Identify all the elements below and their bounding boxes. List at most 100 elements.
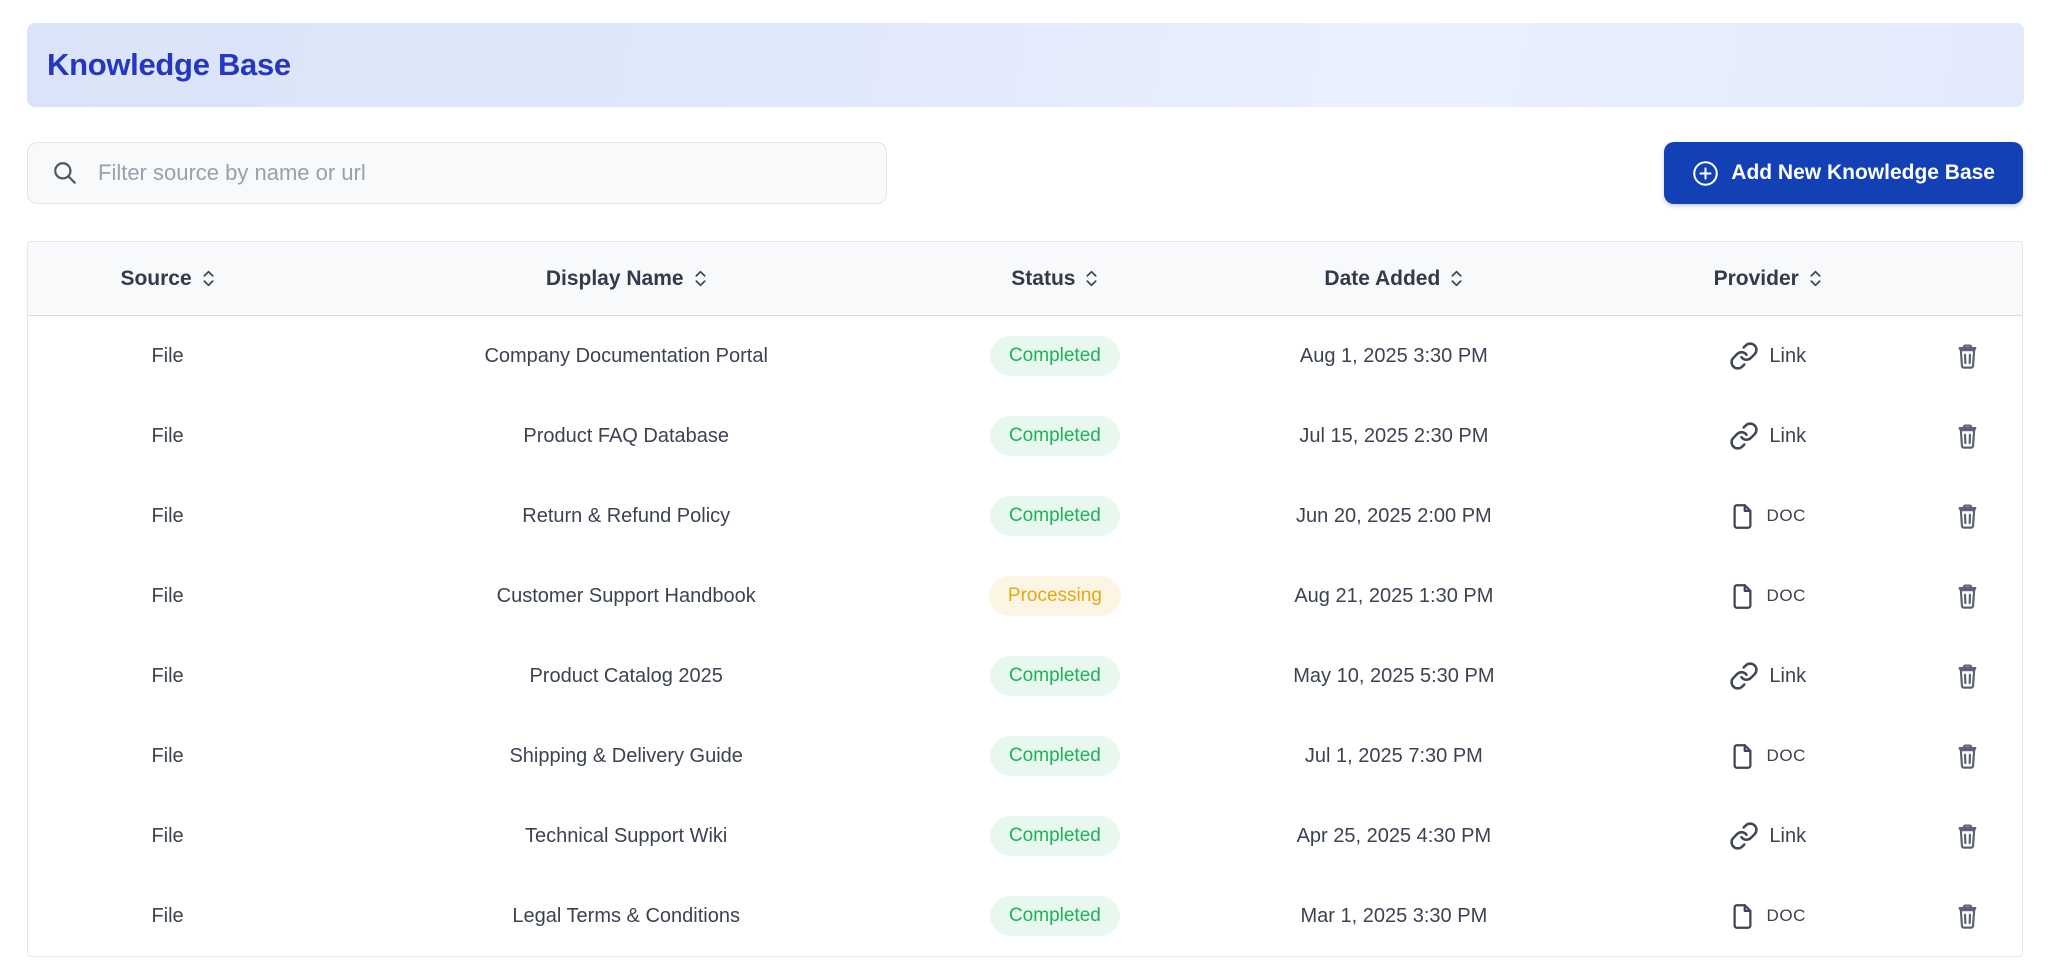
status-badge: Completed — [989, 736, 1120, 776]
provider-label: DOC — [1766, 586, 1807, 605]
doc-icon — [1733, 903, 1752, 929]
date-added-cell: Jul 15, 2025 2:30 PM — [1299, 424, 1489, 447]
actions-cell — [1912, 818, 2022, 855]
status-badge: Completed — [989, 496, 1120, 536]
source-cell: File — [151, 424, 184, 447]
status-badge: Completed — [989, 416, 1120, 456]
add-button-label: Add New Knowledge Base — [1731, 161, 1995, 184]
display-name-cell: Technical Support Wiki — [525, 824, 728, 847]
delete-row-button[interactable] — [1949, 498, 1986, 535]
table-row: File Technical Support Wiki Completed Ap… — [28, 796, 2022, 876]
column-header-date-added[interactable]: Date Added — [1165, 267, 1624, 291]
provider-label: DOC — [1766, 746, 1807, 765]
display-name-cell: Product FAQ Database — [523, 424, 730, 447]
status-cell: Completed — [945, 656, 1164, 696]
date-added-cell: May 10, 2025 5:30 PM — [1293, 664, 1495, 687]
trash-icon — [1958, 584, 1977, 609]
filter-source-box[interactable] — [27, 142, 887, 204]
status-badge: Processing — [988, 576, 1121, 616]
source-cell: File — [151, 904, 184, 927]
column-label: Source — [120, 266, 192, 290]
trash-icon — [1958, 904, 1977, 929]
table-header-row: Source Display Name Status Date Added Pr… — [28, 242, 2022, 316]
link-icon — [1730, 422, 1758, 450]
provider-cell: DOC — [1623, 743, 1912, 770]
actions-cell — [1912, 498, 2022, 535]
provider-label: DOC — [1766, 906, 1807, 925]
column-header-provider[interactable]: Provider — [1623, 267, 1912, 291]
date-added-cell: Aug 21, 2025 1:30 PM — [1294, 584, 1494, 607]
source-cell: File — [151, 664, 184, 687]
sort-icon — [695, 270, 706, 287]
delete-row-button[interactable] — [1949, 738, 1986, 775]
provider-label: DOC — [1766, 506, 1807, 525]
table-row: File Product FAQ Database Completed Jul … — [28, 396, 2022, 476]
date-added-cell: Jul 1, 2025 7:30 PM — [1304, 744, 1483, 767]
sort-icon — [1810, 270, 1821, 287]
status-cell: Completed — [945, 896, 1164, 936]
trash-icon — [1958, 664, 1977, 689]
status-badge: Completed — [989, 336, 1120, 376]
provider-label: Link — [1769, 664, 1807, 687]
status-cell: Completed — [945, 736, 1164, 776]
table-body: File Company Documentation Portal Comple… — [28, 316, 2022, 956]
sort-icon — [203, 270, 214, 287]
column-header-status[interactable]: Status — [945, 267, 1164, 291]
search-icon — [54, 162, 76, 184]
trash-icon — [1958, 344, 1977, 369]
provider-label: Link — [1769, 824, 1807, 847]
knowledge-base-table: Source Display Name Status Date Added Pr… — [27, 241, 2023, 957]
status-cell: Completed — [945, 416, 1164, 456]
add-new-knowledge-base-button[interactable]: Add New Knowledge Base — [1664, 142, 2023, 204]
source-cell: File — [151, 344, 184, 367]
delete-row-button[interactable] — [1949, 338, 1986, 375]
trash-icon — [1958, 504, 1977, 529]
display-name-cell: Legal Terms & Conditions — [512, 904, 740, 927]
actions-cell — [1912, 418, 2022, 455]
provider-cell: DOC — [1623, 583, 1912, 610]
provider-cell: Link — [1623, 821, 1912, 851]
date-added-cell: Mar 1, 2025 3:30 PM — [1300, 904, 1488, 927]
date-added-cell: Aug 1, 2025 3:30 PM — [1299, 344, 1488, 367]
date-added-cell: Apr 25, 2025 4:30 PM — [1296, 824, 1492, 847]
doc-icon — [1733, 583, 1752, 609]
plus-circle-icon — [1693, 160, 1719, 186]
link-icon — [1730, 342, 1758, 370]
page-header-banner: Knowledge Base — [27, 23, 2024, 107]
trash-icon — [1958, 424, 1977, 449]
provider-cell: DOC — [1623, 903, 1912, 930]
delete-row-button[interactable] — [1949, 418, 1986, 455]
column-label: Display Name — [545, 266, 684, 290]
column-label: Provider — [1713, 266, 1799, 290]
filter-source-input[interactable] — [98, 160, 862, 186]
provider-label: Link — [1769, 344, 1807, 367]
actions-cell — [1912, 658, 2022, 695]
table-row: File Product Catalog 2025 Completed May … — [28, 636, 2022, 716]
sort-icon — [1451, 270, 1462, 287]
delete-row-button[interactable] — [1949, 578, 1986, 615]
provider-cell: Link — [1623, 661, 1912, 691]
column-header-source[interactable]: Source — [28, 267, 307, 291]
column-header-display-name[interactable]: Display Name — [307, 267, 945, 291]
source-cell: File — [151, 504, 184, 527]
doc-icon — [1733, 503, 1752, 529]
source-cell: File — [151, 584, 184, 607]
status-cell: Completed — [945, 816, 1164, 856]
display-name-cell: Customer Support Handbook — [496, 584, 756, 607]
delete-row-button[interactable] — [1949, 658, 1986, 695]
actions-cell — [1912, 338, 2022, 375]
table-row: File Return & Refund Policy Completed Ju… — [28, 476, 2022, 556]
source-cell: File — [151, 744, 184, 767]
source-cell: File — [151, 824, 184, 847]
toolbar: Add New Knowledge Base — [27, 142, 2023, 204]
status-badge: Completed — [989, 656, 1120, 696]
delete-row-button[interactable] — [1949, 898, 1986, 935]
provider-cell: Link — [1623, 341, 1912, 371]
delete-row-button[interactable] — [1949, 818, 1986, 855]
display-name-cell: Return & Refund Policy — [522, 504, 731, 527]
display-name-cell: Company Documentation Portal — [484, 344, 768, 367]
sort-icon — [1086, 270, 1098, 287]
status-badge: Completed — [989, 816, 1120, 856]
page-title: Knowledge Base — [47, 47, 291, 82]
table-row: File Shipping & Delivery Guide Completed… — [28, 716, 2022, 796]
